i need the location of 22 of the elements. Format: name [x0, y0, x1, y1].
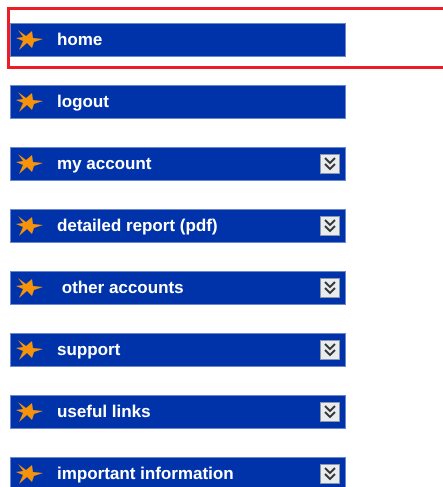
- menu-link[interactable]: logout: [10, 85, 346, 119]
- expand-icon[interactable]: [320, 340, 340, 360]
- menu-link[interactable]: support: [10, 333, 346, 367]
- expand-icon[interactable]: [320, 464, 340, 484]
- menu-link[interactable]: detailed report (pdf): [10, 209, 346, 243]
- menu-link[interactable]: home: [10, 23, 346, 57]
- star-icon: [15, 214, 45, 238]
- menu-link[interactable]: important information: [10, 457, 346, 487]
- expand-icon[interactable]: [320, 278, 340, 298]
- expand-icon[interactable]: [320, 154, 340, 174]
- star-icon: [15, 338, 45, 362]
- expand-icon[interactable]: [320, 402, 340, 422]
- menu-link[interactable]: my account: [10, 147, 346, 181]
- star-icon: [15, 462, 45, 486]
- star-icon: [15, 90, 45, 114]
- menu-link[interactable]: other accounts: [10, 271, 346, 305]
- menu-link[interactable]: useful links: [10, 395, 346, 429]
- star-icon: [15, 152, 45, 176]
- star-icon: [15, 28, 45, 52]
- star-icon: [15, 276, 45, 300]
- star-icon: [15, 400, 45, 424]
- expand-icon[interactable]: [320, 216, 340, 236]
